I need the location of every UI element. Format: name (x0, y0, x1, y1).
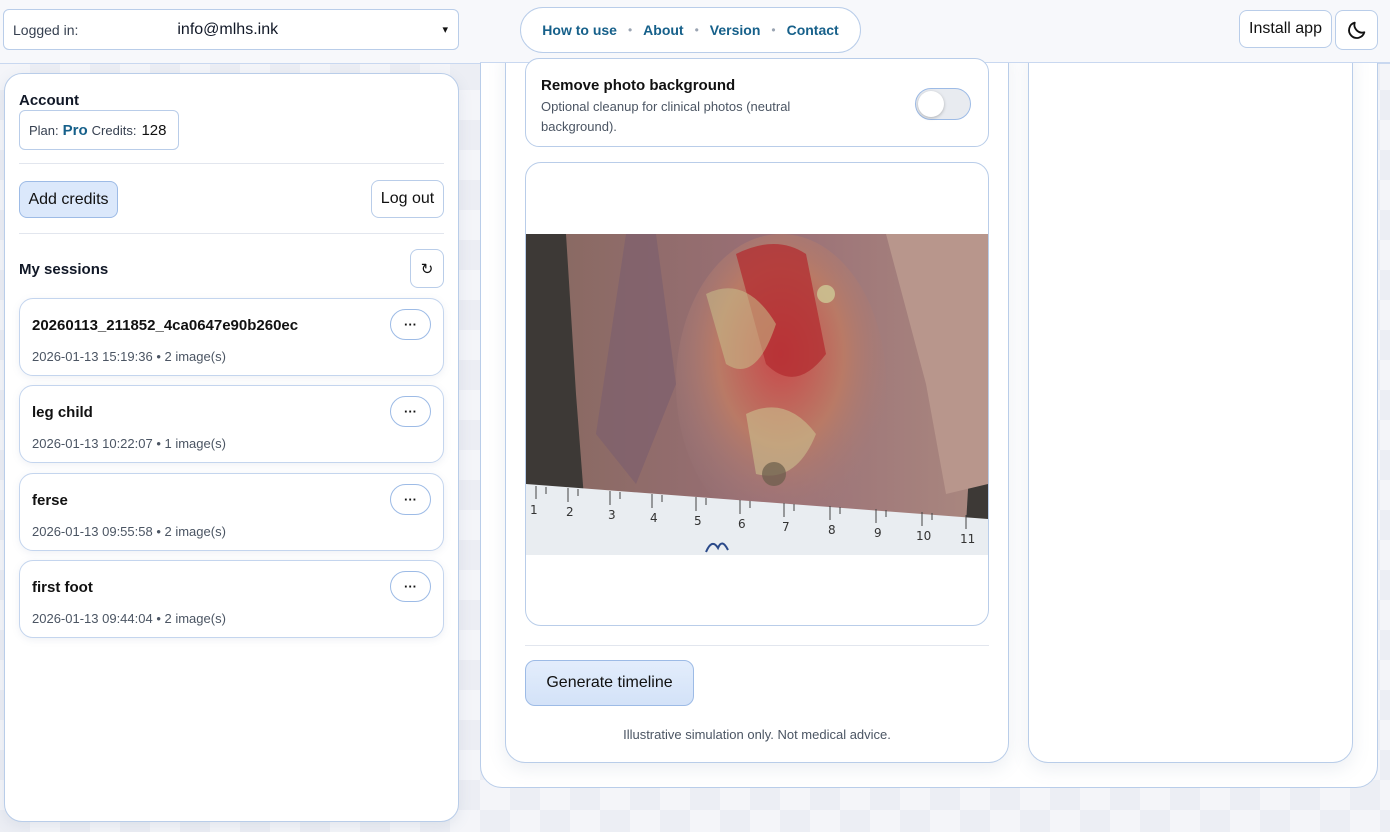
ruler-number: 4 (650, 511, 658, 525)
account-dropdown[interactable]: Logged in: info@mlhs.ink ▾ (3, 9, 459, 50)
nav-contact[interactable]: Contact (787, 22, 839, 38)
refresh-icon: ↻ (420, 260, 434, 278)
divider (19, 163, 444, 164)
session-meta: 2026-01-13 09:55:58 • 2 image(s) (32, 524, 226, 539)
divider (19, 233, 444, 234)
session-name: first foot (32, 579, 93, 596)
generate-timeline-button[interactable]: Generate timeline (525, 660, 694, 706)
remove-background-toggle[interactable] (915, 88, 971, 120)
plan-credits-badge: Plan: Pro Credits: 128 (19, 110, 179, 150)
remove-background-option: Remove photo background Optional cleanup… (525, 58, 989, 147)
plan-value: Pro (62, 121, 88, 139)
session-name: 20260113_211852_4ca0647e90b260ec (32, 317, 299, 334)
sidebar: Account Plan: Pro Credits: 128 Add credi… (4, 73, 459, 822)
add-credits-button[interactable]: Add credits (19, 181, 118, 218)
session-meta: 2026-01-13 15:19:36 • 2 image(s) (32, 349, 226, 364)
session-item[interactable]: first foot 2026-01-13 09:44:04 • 2 image… (19, 560, 444, 638)
ruler-number: 9 (874, 526, 882, 540)
install-app-button[interactable]: Install app (1239, 10, 1332, 48)
session-name: ferse (32, 492, 68, 509)
divider (525, 645, 989, 646)
nav-separator: • (694, 23, 699, 37)
ruler-number: 6 (738, 517, 746, 531)
toggle-knob (918, 91, 944, 117)
session-meta: 2026-01-13 09:44:04 • 2 image(s) (32, 611, 226, 626)
ruler-number: 8 (828, 523, 836, 537)
chevron-down-icon: ▾ (442, 24, 448, 36)
logged-in-label: Logged in: (13, 21, 79, 38)
disclaimer-text: Illustrative simulation only. Not medica… (623, 727, 891, 742)
ruler-number: 5 (694, 514, 702, 528)
logged-in-email: info@mlhs.ink (177, 20, 279, 38)
nav-how-to-use[interactable]: How to use (542, 22, 617, 38)
credits-label: Credits: (91, 122, 137, 138)
session-menu-button[interactable]: ··· (390, 309, 431, 340)
toggle-title: Remove photo background (541, 77, 736, 94)
ruler-number: 1 (530, 503, 538, 517)
nav-version[interactable]: Version (710, 22, 761, 38)
theme-toggle-button[interactable] (1335, 10, 1378, 50)
results-card (1028, 40, 1353, 763)
credits-value: 128 (141, 121, 167, 139)
ruler-number: 2 (566, 505, 574, 519)
logout-button[interactable]: Log out (371, 180, 444, 218)
more-icon: ··· (404, 492, 417, 507)
refresh-sessions-button[interactable]: ↻ (410, 249, 444, 288)
more-icon: ··· (404, 579, 417, 594)
nav-about[interactable]: About (643, 22, 683, 38)
session-menu-button[interactable]: ··· (390, 571, 431, 602)
more-icon: ··· (404, 317, 417, 332)
ruler-number: 7 (782, 520, 790, 534)
plan-label: Plan: (29, 122, 59, 138)
session-name: leg child (32, 404, 93, 421)
ruler-number: 3 (608, 508, 616, 522)
toggle-description: Optional cleanup for clinical photos (ne… (541, 99, 791, 134)
ruler-number: 11 (960, 532, 975, 546)
session-item[interactable]: ferse 2026-01-13 09:55:58 • 2 image(s) ·… (19, 473, 444, 551)
ruler-number: 10 (916, 529, 931, 543)
session-meta: 2026-01-13 10:22:07 • 1 image(s) (32, 436, 226, 451)
nav-separator: • (771, 23, 776, 37)
sessions-title: My sessions (19, 261, 109, 278)
image-preview[interactable]: 1 2 3 4 5 6 7 8 9 10 11 (525, 162, 989, 626)
wound-photo: 1 2 3 4 5 6 7 8 9 10 11 (526, 234, 988, 555)
more-icon: ··· (404, 404, 417, 419)
session-item[interactable]: leg child 2026-01-13 10:22:07 • 1 image(… (19, 385, 444, 463)
session-menu-button[interactable]: ··· (390, 396, 431, 427)
top-nav: How to use • About • Version • Contact (520, 7, 861, 53)
session-item[interactable]: 20260113_211852_4ca0647e90b260ec 2026-01… (19, 298, 444, 376)
account-title: Account (19, 92, 79, 109)
moon-icon (1347, 21, 1365, 39)
nav-separator: • (627, 23, 633, 37)
session-menu-button[interactable]: ··· (390, 484, 431, 515)
